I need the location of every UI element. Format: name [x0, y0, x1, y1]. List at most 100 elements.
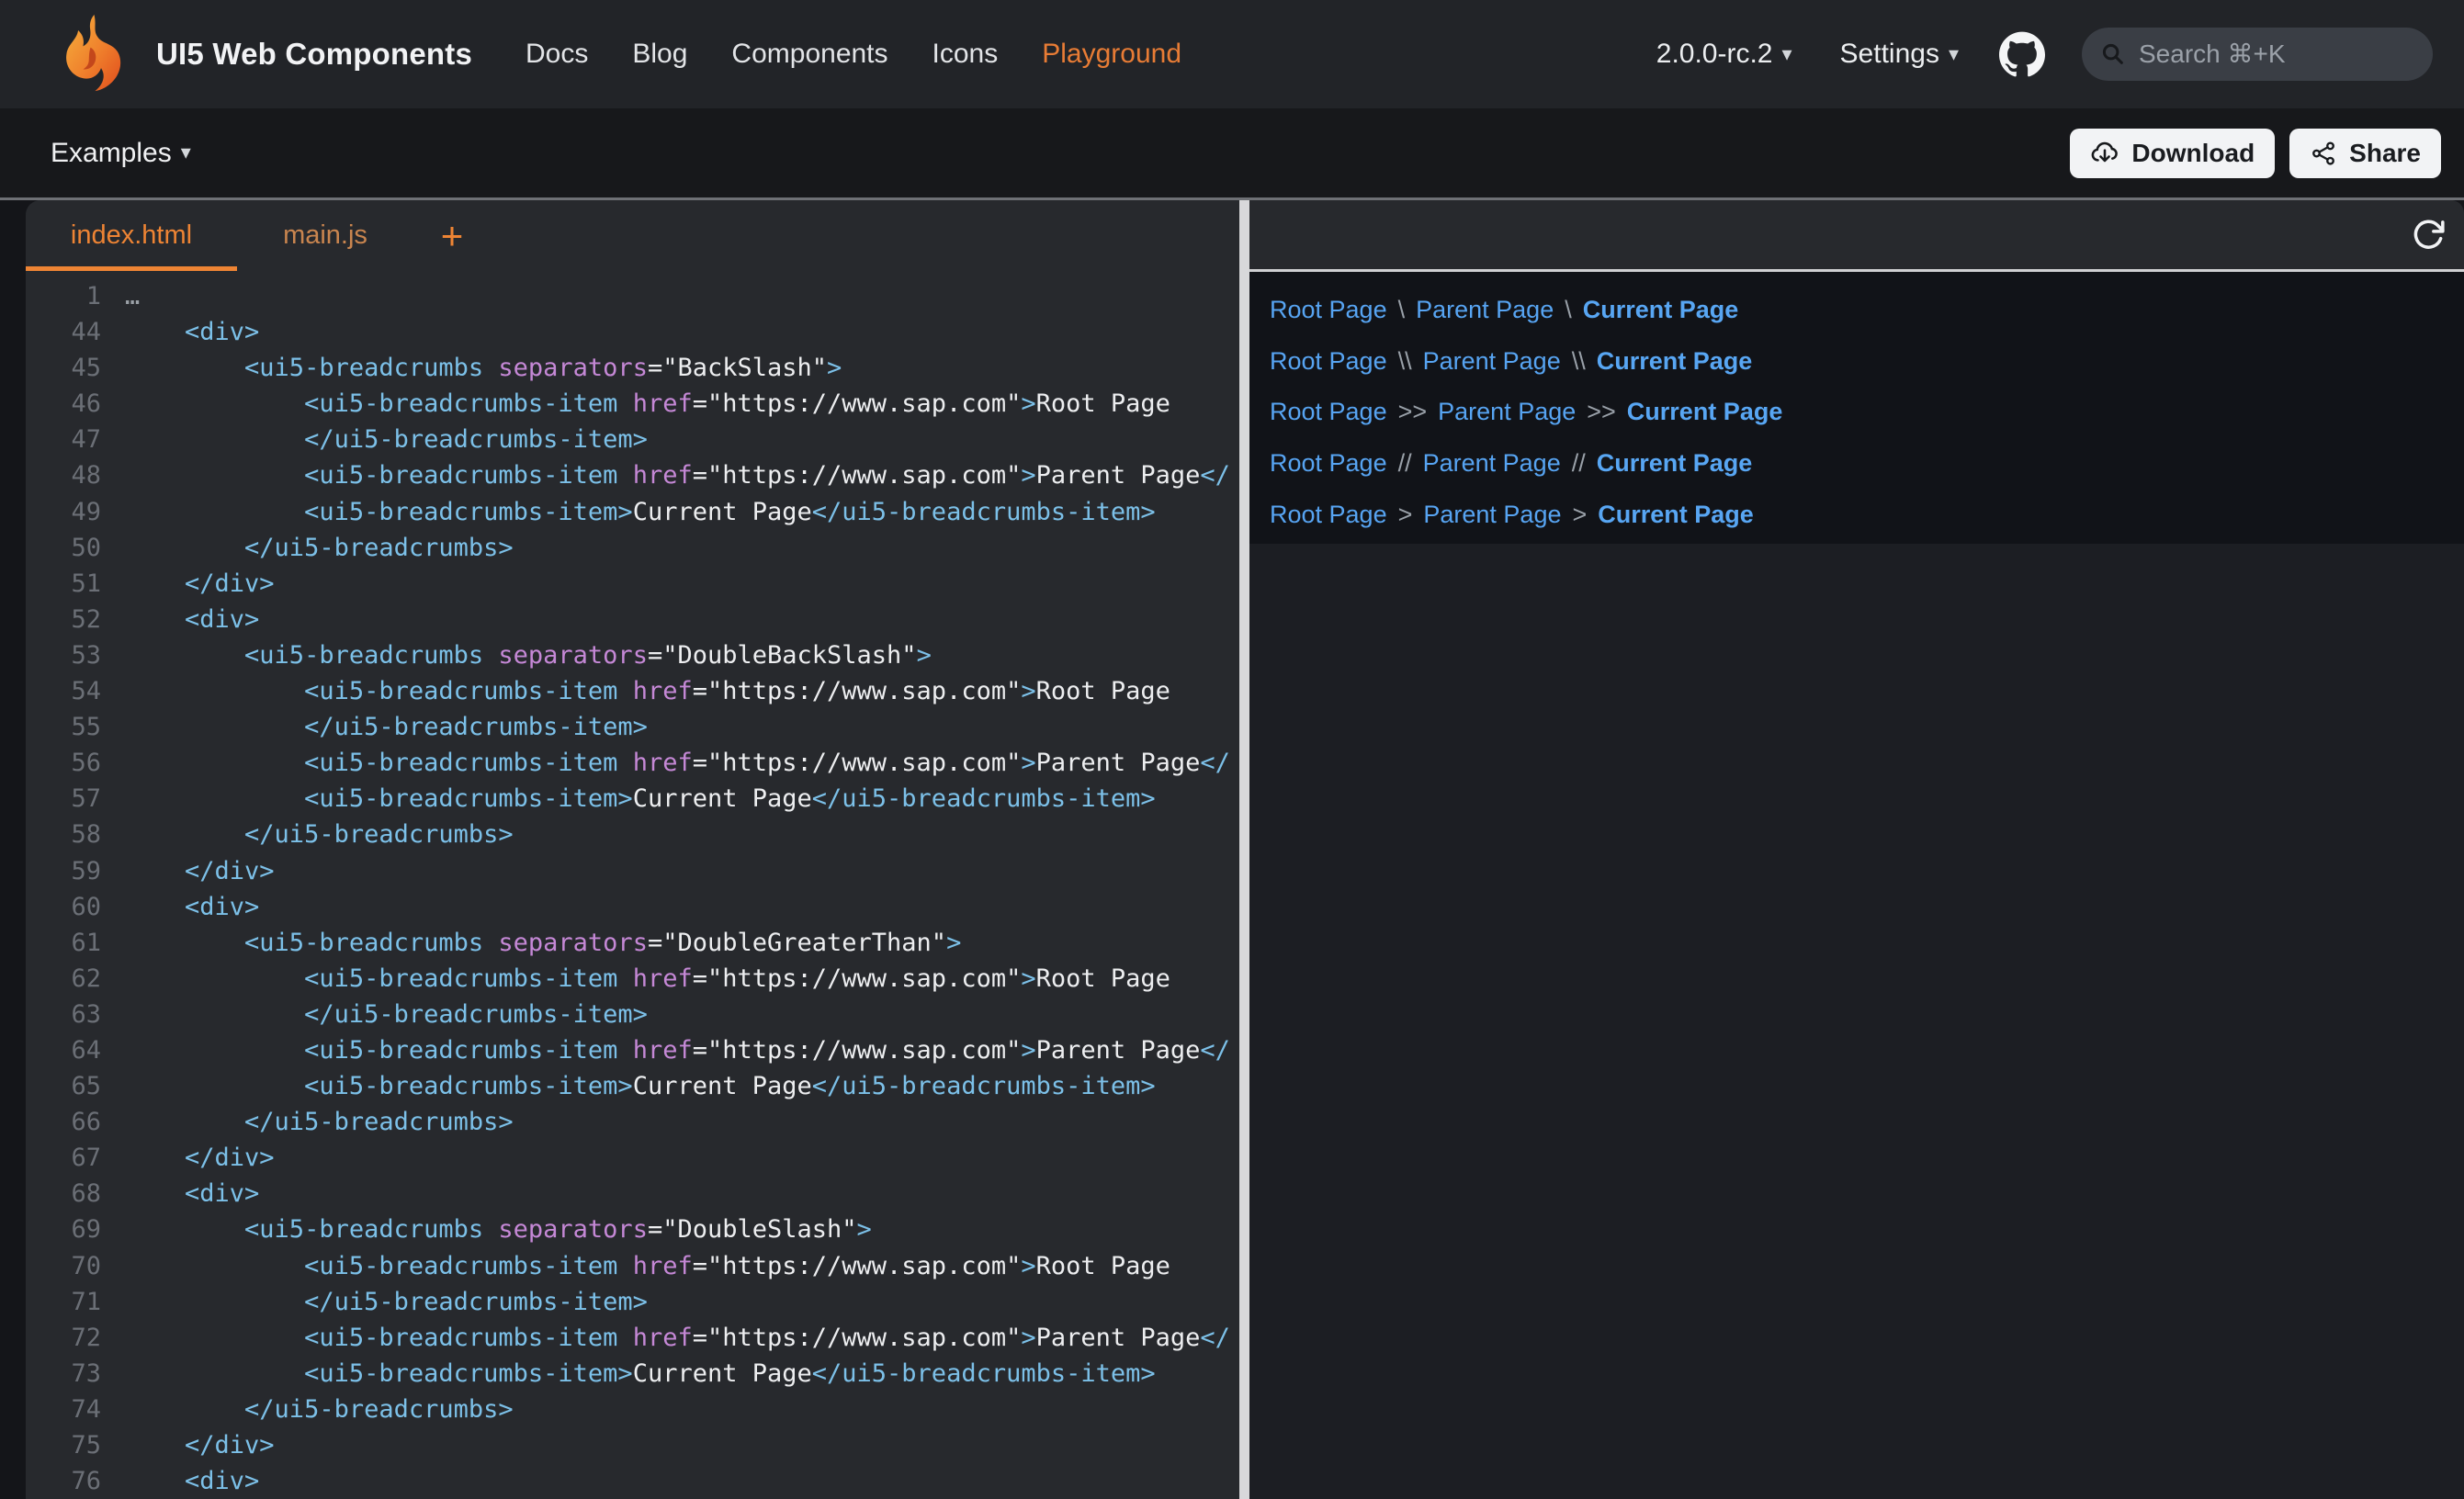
- code-line[interactable]: 58 </ui5-breadcrumbs>: [26, 817, 1239, 852]
- nav-blog[interactable]: Blog: [632, 39, 687, 70]
- breadcrumb-link[interactable]: Parent Page: [1438, 398, 1576, 426]
- code-line[interactable]: 63 </ui5-breadcrumbs-item>: [26, 997, 1239, 1032]
- code-text: </ui5-breadcrumbs-item>: [125, 422, 648, 457]
- line-number: 76: [26, 1463, 101, 1499]
- code-line[interactable]: 60 <div>: [26, 889, 1239, 925]
- settings-dropdown[interactable]: Settings ▾: [1840, 39, 1959, 70]
- code-line[interactable]: 73 <ui5-breadcrumbs-item>Current Page</u…: [26, 1356, 1239, 1392]
- breadcrumb-link[interactable]: Parent Page: [1416, 296, 1554, 324]
- code-line[interactable]: 54 <ui5-breadcrumbs-item href="https://w…: [26, 673, 1239, 709]
- code-text: <ui5-breadcrumbs separators="DoubleSlash…: [125, 1212, 872, 1247]
- breadcrumb-current-page: Current Page: [1597, 347, 1753, 376]
- code-line[interactable]: 53 <ui5-breadcrumbs separators="DoubleBa…: [26, 637, 1239, 673]
- search-icon: [2100, 41, 2126, 67]
- download-label: Download: [2131, 139, 2255, 168]
- code-line[interactable]: 55 </ui5-breadcrumbs-item>: [26, 709, 1239, 745]
- code-text: …: [125, 278, 140, 314]
- code-lines[interactable]: 1…44 <div>45 <ui5-breadcrumbs separators…: [26, 271, 1239, 1499]
- breadcrumb-separator: \: [1565, 296, 1572, 324]
- code-line[interactable]: 1…: [26, 278, 1239, 314]
- code-line[interactable]: 62 <ui5-breadcrumbs-item href="https://w…: [26, 961, 1239, 997]
- split-drag-handle[interactable]: [1239, 200, 1249, 1499]
- code-line[interactable]: 72 <ui5-breadcrumbs-item href="https://w…: [26, 1320, 1239, 1356]
- breadcrumbs-row: Root Page>Parent Page>Current Page: [1270, 489, 2464, 540]
- breadcrumb-link[interactable]: Parent Page: [1423, 347, 1561, 376]
- code-line[interactable]: 68 <div>: [26, 1176, 1239, 1212]
- breadcrumb-link[interactable]: Root Page: [1270, 398, 1387, 426]
- code-text: <ui5-breadcrumbs separators="DoubleGreat…: [125, 925, 961, 961]
- share-button[interactable]: Share: [2289, 129, 2441, 178]
- breadcrumbs-row: Root Page \\ Parent Page \\ Current Page: [1270, 336, 2464, 388]
- code-line[interactable]: 56 <ui5-breadcrumbs-item href="https://w…: [26, 745, 1239, 781]
- breadcrumb-link[interactable]: Parent Page: [1423, 501, 1561, 529]
- code-text: </div>: [125, 566, 275, 602]
- code-line[interactable]: 70 <ui5-breadcrumbs-item href="https://w…: [26, 1248, 1239, 1284]
- code-text: <ui5-breadcrumbs-item>Current Page</ui5-…: [125, 494, 1156, 530]
- code-text: <div>: [125, 889, 259, 925]
- tab-main-js[interactable]: main.js: [237, 200, 413, 271]
- code-line[interactable]: 61 <ui5-breadcrumbs separators="DoubleGr…: [26, 925, 1239, 961]
- nav-icons[interactable]: Icons: [932, 39, 999, 70]
- breadcrumb-link[interactable]: Root Page: [1270, 347, 1387, 376]
- breadcrumb-link[interactable]: Root Page: [1270, 296, 1387, 324]
- code-line[interactable]: 74 </ui5-breadcrumbs>: [26, 1392, 1239, 1427]
- active-tab-underline: [26, 266, 237, 271]
- code-line[interactable]: 76 <div>: [26, 1463, 1239, 1499]
- code-text: </ui5-breadcrumbs-item>: [125, 1284, 648, 1320]
- nav-docs[interactable]: Docs: [526, 39, 588, 70]
- code-line[interactable]: 67 </div>: [26, 1140, 1239, 1176]
- code-line[interactable]: 69 <ui5-breadcrumbs separators="DoubleSl…: [26, 1212, 1239, 1247]
- add-file-button[interactable]: +: [413, 200, 491, 271]
- breadcrumbs-row: Root Page>>Parent Page>>Current Page: [1270, 387, 2464, 438]
- examples-bar-actions: Download Share: [2070, 129, 2441, 178]
- code-line[interactable]: 57 <ui5-breadcrumbs-item>Current Page</u…: [26, 781, 1239, 817]
- code-line[interactable]: 46 <ui5-breadcrumbs-item href="https://w…: [26, 386, 1239, 422]
- code-line[interactable]: 52 <div>: [26, 602, 1239, 637]
- refresh-button[interactable]: [2407, 214, 2449, 256]
- code-line[interactable]: 75 </div>: [26, 1427, 1239, 1463]
- line-number: 49: [26, 494, 101, 530]
- code-line[interactable]: 66 </ui5-breadcrumbs>: [26, 1104, 1239, 1140]
- code-text: </ui5-breadcrumbs-item>: [125, 997, 648, 1032]
- breadcrumb-link[interactable]: Root Page: [1270, 449, 1387, 478]
- code-text: <ui5-breadcrumbs-item href="https://www.…: [125, 745, 1230, 781]
- code-text: <ui5-breadcrumbs-item href="https://www.…: [125, 1032, 1230, 1068]
- code-line[interactable]: 51 </div>: [26, 566, 1239, 602]
- line-number: 65: [26, 1068, 101, 1104]
- download-button[interactable]: Download: [2070, 129, 2275, 178]
- preview-empty-area: [1249, 544, 2464, 1499]
- code-line[interactable]: 64 <ui5-breadcrumbs-item href="https://w…: [26, 1032, 1239, 1068]
- breadcrumb-separator: \\: [1398, 347, 1412, 376]
- line-number: 68: [26, 1176, 101, 1212]
- code-line[interactable]: 47 </ui5-breadcrumbs-item>: [26, 422, 1239, 457]
- github-icon[interactable]: [1999, 31, 2045, 77]
- code-text: <div>: [125, 602, 259, 637]
- examples-dropdown[interactable]: Examples ▾: [51, 138, 191, 169]
- code-line[interactable]: 48 <ui5-breadcrumbs-item href="https://w…: [26, 457, 1239, 493]
- settings-label: Settings: [1840, 39, 1939, 70]
- code-line[interactable]: 71 </ui5-breadcrumbs-item>: [26, 1284, 1239, 1320]
- line-number: 67: [26, 1140, 101, 1176]
- code-line[interactable]: 44 <div>: [26, 314, 1239, 350]
- code-text: <ui5-breadcrumbs-item>Current Page</ui5-…: [125, 1356, 1156, 1392]
- breadcrumb-separator: \\: [1572, 347, 1586, 376]
- code-line[interactable]: 59 </div>: [26, 853, 1239, 889]
- code-line[interactable]: 65 <ui5-breadcrumbs-item>Current Page</u…: [26, 1068, 1239, 1104]
- code-line[interactable]: 45 <ui5-breadcrumbs separators="BackSlas…: [26, 350, 1239, 386]
- search-input[interactable]: [2139, 39, 2414, 69]
- line-number: 61: [26, 925, 101, 961]
- nav-playground[interactable]: Playground: [1042, 39, 1181, 70]
- tab-index-html[interactable]: index.html: [26, 200, 237, 271]
- line-number: 53: [26, 637, 101, 673]
- page-background-strip: [0, 200, 26, 1499]
- code-line[interactable]: 50 </ui5-breadcrumbs>: [26, 530, 1239, 566]
- breadcrumb-link[interactable]: Root Page: [1270, 501, 1387, 529]
- version-dropdown[interactable]: 2.0.0-rc.2 ▾: [1656, 39, 1792, 70]
- download-cloud-icon: [2090, 139, 2119, 168]
- search-box[interactable]: [2082, 28, 2433, 81]
- line-number: 52: [26, 602, 101, 637]
- nav-components[interactable]: Components: [731, 39, 887, 70]
- code-line[interactable]: 49 <ui5-breadcrumbs-item>Current Page</u…: [26, 494, 1239, 530]
- breadcrumb-link[interactable]: Parent Page: [1423, 449, 1561, 478]
- ui5-phoenix-logo-icon[interactable]: [51, 11, 138, 98]
